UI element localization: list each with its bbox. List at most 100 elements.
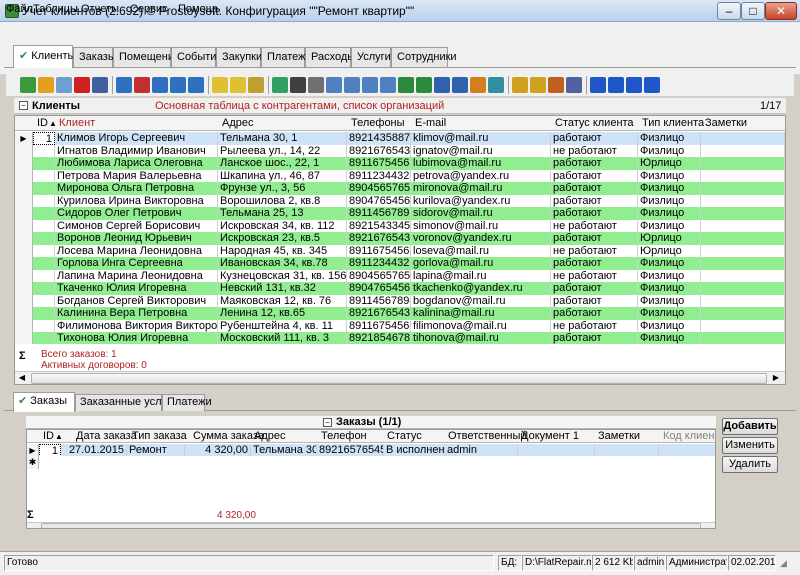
table-cell[interactable]: gorlova@mail.ru bbox=[411, 257, 551, 270]
table-cell[interactable]: Ивановская 34, кв.78 bbox=[218, 257, 347, 270]
report-icon[interactable] bbox=[344, 77, 360, 93]
columns-icon[interactable] bbox=[512, 77, 528, 93]
col-notes[interactable]: Заметки bbox=[705, 117, 747, 129]
excel-icon[interactable] bbox=[398, 77, 414, 93]
filter-remove-icon[interactable] bbox=[134, 77, 150, 93]
last-record-icon[interactable] bbox=[644, 77, 660, 93]
menu-reports[interactable]: Отчеты bbox=[81, 3, 119, 15]
row-indicator[interactable] bbox=[15, 257, 33, 270]
col-phones[interactable]: Телефоны bbox=[351, 117, 405, 129]
table-cell[interactable]: работают bbox=[551, 182, 638, 195]
col-type[interactable]: Тип клиента bbox=[642, 117, 704, 129]
col-client-code[interactable]: Код клиента bbox=[663, 430, 715, 442]
tab-employees[interactable]: Сотрудники bbox=[391, 47, 457, 67]
table-cell[interactable]: Ленина 12, кв.65 bbox=[218, 307, 347, 320]
table-cell[interactable]: petrova@yandex.ru bbox=[411, 169, 551, 183]
row-indicator[interactable] bbox=[15, 182, 33, 195]
table-cell[interactable]: 89216765434 bbox=[347, 307, 411, 320]
table-cell[interactable]: 89216765434 bbox=[347, 232, 411, 245]
word-icon[interactable] bbox=[434, 77, 450, 93]
table-cell[interactable]: 89114567898 bbox=[347, 207, 411, 220]
table-cell[interactable]: не работают bbox=[551, 319, 638, 333]
table-cell[interactable]: Юрлицо bbox=[638, 232, 701, 245]
tab-services[interactable]: Услуги bbox=[351, 47, 391, 67]
bottom-tab-ordered-services[interactable]: Заказанные услуги bbox=[75, 394, 177, 411]
filter-edit-icon[interactable] bbox=[170, 77, 186, 93]
table-cell[interactable]: работают bbox=[551, 307, 638, 320]
table-cell[interactable] bbox=[33, 194, 55, 208]
table-cell[interactable] bbox=[701, 244, 785, 258]
table-cell[interactable] bbox=[33, 232, 55, 245]
scroll-right-icon[interactable]: ▶ bbox=[770, 373, 782, 384]
edit-button[interactable]: Изменить bbox=[722, 437, 778, 454]
table-cell[interactable]: не работают bbox=[551, 219, 638, 233]
table-cell[interactable]: 89216765434 bbox=[347, 144, 411, 158]
table-cell[interactable]: не работают bbox=[551, 269, 638, 283]
mark-icon[interactable] bbox=[548, 77, 564, 93]
delete-icon[interactable] bbox=[74, 77, 90, 93]
table-cell[interactable]: Физлицо bbox=[638, 207, 701, 220]
maximize-button[interactable]: □ bbox=[741, 2, 765, 20]
bottom-tab-orders[interactable]: ✔ Заказы bbox=[13, 392, 75, 412]
table-cell[interactable] bbox=[701, 144, 785, 158]
table-row[interactable]: Лосева Марина Леонидовна Народная 45, кв.… bbox=[15, 244, 785, 258]
table-cell[interactable]: Филимонова Виктория Викторовна bbox=[55, 319, 218, 333]
preview-icon[interactable] bbox=[326, 77, 342, 93]
table-cell[interactable] bbox=[33, 319, 55, 333]
tab-orders[interactable]: Заказы bbox=[73, 47, 116, 67]
scroll-thumb[interactable] bbox=[31, 373, 767, 384]
table-cell[interactable]: loseva@mail.ru bbox=[411, 244, 551, 258]
table-cell[interactable]: simonov@mail.ru bbox=[411, 219, 551, 233]
table-cell[interactable] bbox=[33, 257, 55, 270]
table-cell[interactable]: Богданов Сергей Викторович bbox=[55, 294, 218, 308]
col-order-phone[interactable]: Телефон bbox=[321, 430, 367, 442]
grid-icon[interactable] bbox=[488, 77, 504, 93]
table-cell[interactable]: Физлицо bbox=[638, 269, 701, 283]
table-cell[interactable]: Тельмана 30, 1 bbox=[218, 132, 347, 145]
collapse-icon[interactable]: − bbox=[19, 101, 28, 110]
table-cell[interactable]: Любимова Лариса Олеговна bbox=[55, 157, 218, 170]
table-cell[interactable]: 1 bbox=[33, 132, 55, 145]
table-cell[interactable]: работают bbox=[551, 194, 638, 208]
col-email[interactable]: E-mail bbox=[415, 117, 446, 129]
add-button[interactable]: Добавить bbox=[722, 418, 778, 435]
table-cell[interactable] bbox=[33, 269, 55, 283]
table-cell[interactable]: Фрунзе ул., 3, 56 bbox=[218, 182, 347, 195]
table-row[interactable]: Калинина Вера Петровна Ленина 12, кв.65 89… bbox=[15, 307, 785, 320]
row-indicator[interactable] bbox=[15, 207, 33, 220]
table-cell[interactable]: Невский 131, кв.32 bbox=[218, 282, 347, 295]
col-address[interactable]: Адрес bbox=[222, 117, 254, 129]
table-cell[interactable]: 89112344323 bbox=[347, 169, 411, 183]
table-cell[interactable]: Ворошилова 2, кв.8 bbox=[218, 194, 347, 208]
refresh-icon[interactable] bbox=[272, 77, 288, 93]
table-cell[interactable]: filimonova@mail.ru bbox=[411, 319, 551, 333]
table-row[interactable]: Лапина Марина Леонидовна Кузнецовская 31,… bbox=[15, 269, 785, 283]
table-cell[interactable]: mironova@mail.ru bbox=[411, 182, 551, 195]
table-cell[interactable]: Физлицо bbox=[638, 144, 701, 158]
table-cell[interactable] bbox=[33, 144, 55, 158]
table-cell[interactable]: Тельмана 25, 13 bbox=[218, 207, 347, 220]
row-indicator[interactable] bbox=[15, 169, 33, 183]
table-cell[interactable]: ignatov@mail.ru bbox=[411, 144, 551, 158]
table-cell[interactable]: работают bbox=[551, 169, 638, 183]
copy-icon[interactable] bbox=[56, 77, 72, 93]
col-client[interactable]: Клиент bbox=[59, 117, 95, 129]
filter-icon[interactable] bbox=[116, 77, 132, 93]
row-indicator[interactable] bbox=[15, 294, 33, 308]
table-cell[interactable]: Климов Игорь Сергеевич bbox=[55, 132, 218, 145]
table-cell[interactable]: работают bbox=[551, 132, 638, 145]
table-cell[interactable] bbox=[33, 294, 55, 308]
col-status[interactable]: Статус клиента bbox=[555, 117, 634, 129]
settings-icon[interactable] bbox=[566, 77, 582, 93]
delete-button[interactable]: Удалить bbox=[722, 456, 778, 473]
table-cell[interactable]: Физлицо bbox=[638, 257, 701, 270]
scroll-left-icon[interactable]: ◀ bbox=[16, 373, 28, 384]
col-order-type[interactable]: Тип заказа bbox=[132, 430, 187, 442]
table-cell[interactable]: Физлицо bbox=[638, 219, 701, 233]
table-cell[interactable]: работают bbox=[551, 207, 638, 220]
table-cell[interactable]: Горлова Инга Сергеевна bbox=[55, 257, 218, 270]
minimize-button[interactable]: – bbox=[717, 2, 741, 20]
table-cell[interactable]: 89116754567 bbox=[347, 244, 411, 258]
table-cell[interactable]: Физлицо bbox=[638, 294, 701, 308]
row-indicator[interactable] bbox=[15, 144, 33, 158]
